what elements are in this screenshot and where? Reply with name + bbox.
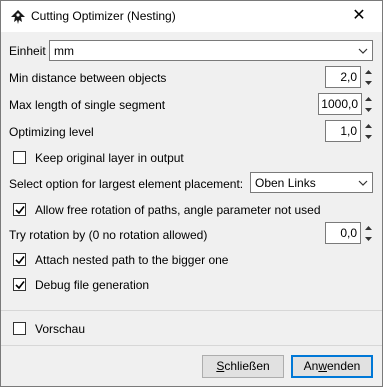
spin-down-icon[interactable] [362, 77, 375, 88]
optimizing-level-label: Optimizing level [9, 125, 94, 139]
keep-original-layer-checkbox[interactable] [13, 151, 26, 164]
free-rotation-checkbox[interactable] [13, 203, 26, 216]
keep-original-layer-label: Keep original layer in output [35, 151, 184, 165]
min-distance-label: Min distance between objects [9, 71, 167, 85]
try-rotation-spinbox[interactable]: 0,0 [325, 222, 375, 244]
close-button[interactable]: Schließen [202, 355, 284, 378]
checkmark-icon [15, 281, 25, 290]
preview-checkbox[interactable] [13, 322, 26, 335]
spin-up-icon[interactable] [362, 222, 375, 233]
optimizing-level-input[interactable]: 1,0 [325, 120, 361, 142]
placement-label: Select option for largest element placem… [9, 177, 244, 191]
attach-nested-checkbox[interactable] [13, 253, 26, 266]
placement-value: Oben Links [255, 176, 316, 190]
preview-label: Vorschau [35, 322, 86, 336]
spin-buttons [362, 120, 375, 142]
debug-file-label: Debug file generation [35, 278, 150, 292]
apply-button[interactable]: Anwenden [291, 355, 373, 378]
divider [1, 345, 382, 346]
chevron-down-icon [354, 173, 372, 192]
spin-buttons [362, 222, 375, 244]
free-rotation-label: Allow free rotation of paths, angle para… [35, 203, 321, 217]
window-title: Cutting Optimizer (Nesting) [31, 9, 176, 23]
min-distance-spinbox[interactable]: 2,0 [325, 66, 375, 88]
checkmark-icon [15, 206, 25, 215]
close-window-button[interactable]: ✕ [336, 1, 382, 32]
max-length-input[interactable]: 1000,0 [318, 93, 362, 115]
try-rotation-label: Try rotation by (0 no rotation allowed) [9, 228, 208, 242]
debug-file-checkbox[interactable] [13, 278, 26, 291]
unit-dropdown[interactable]: mm [49, 40, 373, 61]
placement-dropdown[interactable]: Oben Links [250, 172, 373, 193]
spin-down-icon[interactable] [362, 233, 375, 244]
unit-value: mm [54, 44, 74, 58]
divider [1, 310, 382, 311]
chevron-down-icon [354, 41, 372, 60]
spin-buttons [362, 66, 375, 88]
spin-buttons [362, 93, 375, 115]
title-bar: Cutting Optimizer (Nesting) ✕ [1, 1, 382, 32]
spin-up-icon[interactable] [362, 120, 375, 131]
checkmark-icon [15, 256, 25, 265]
unit-label: Einheit [9, 44, 46, 58]
inkscape-icon [10, 9, 26, 25]
attach-nested-label: Attach nested path to the bigger one [35, 253, 229, 267]
max-length-label: Max length of single segment [9, 98, 166, 112]
try-rotation-input[interactable]: 0,0 [325, 222, 361, 244]
dialog-body: Einheit mm Min distance between objects … [1, 32, 382, 386]
spin-up-icon[interactable] [362, 66, 375, 77]
apply-button-accel: w [318, 359, 327, 373]
spin-up-icon[interactable] [362, 93, 375, 104]
apply-button-label-prefix: An [303, 359, 319, 373]
apply-button-label-rest: enden [326, 359, 361, 373]
spin-down-icon[interactable] [362, 131, 375, 142]
close-button-label-rest: chließen [224, 359, 270, 373]
max-length-spinbox[interactable]: 1000,0 [318, 93, 375, 115]
spin-down-icon[interactable] [362, 104, 375, 115]
dialog-window: Cutting Optimizer (Nesting) ✕ Einheit mm… [0, 0, 383, 387]
min-distance-input[interactable]: 2,0 [325, 66, 361, 88]
optimizing-level-spinbox[interactable]: 1,0 [325, 120, 375, 142]
